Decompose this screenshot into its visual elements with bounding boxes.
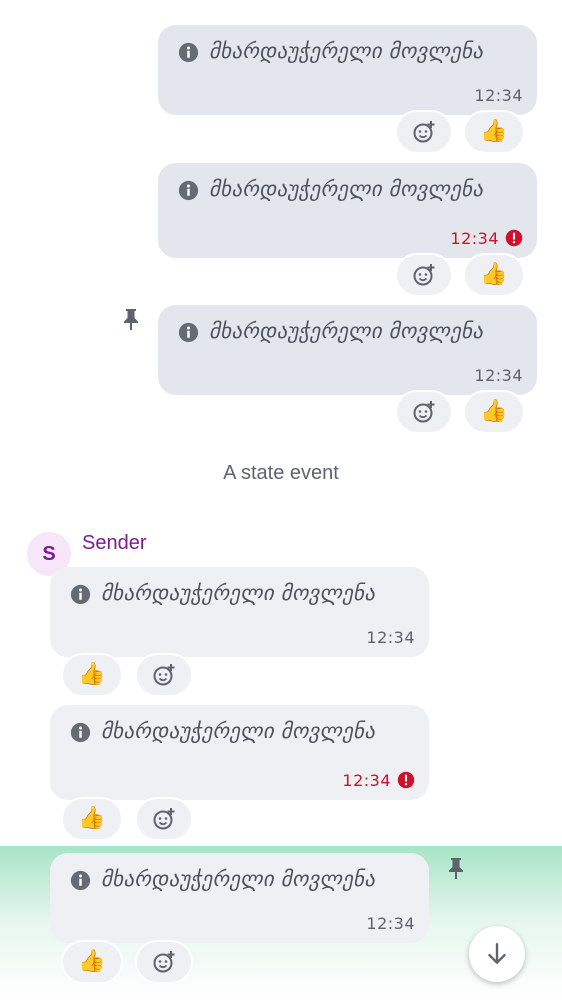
add-reaction-button[interactable]: [395, 110, 453, 154]
reaction-chip[interactable]: 👍: [463, 253, 525, 297]
timestamp-text: 12:34: [342, 771, 391, 790]
thumbs-up-reaction: 👍: [78, 662, 106, 687]
message-timestamp: 12:34: [474, 366, 523, 385]
thumbs-up-reaction: 👍: [480, 399, 508, 424]
info-icon: [178, 180, 199, 201]
add-reaction-icon: [153, 951, 175, 973]
message-timestamp-error: 12:34: [450, 229, 523, 248]
sender-name[interactable]: Sender: [82, 532, 147, 555]
arrow-down-icon: [488, 943, 506, 964]
message-timestamp: 12:34: [474, 86, 523, 105]
outgoing-message-bubble[interactable]: მხარდაუჭერელი მოვლენა 12:34: [158, 163, 537, 258]
avatar-initial: S: [42, 542, 56, 565]
error-icon: [505, 229, 523, 247]
reaction-chip[interactable]: 👍: [61, 797, 123, 841]
add-reaction-icon: [413, 401, 435, 423]
add-reaction-button[interactable]: [135, 653, 193, 697]
reaction-chip[interactable]: 👍: [61, 940, 123, 984]
add-reaction-icon: [413, 264, 435, 286]
add-reaction-icon: [153, 808, 175, 830]
message-timestamp-error: 12:34: [342, 771, 415, 790]
timestamp-text: 12:34: [450, 229, 499, 248]
reaction-chip[interactable]: 👍: [61, 653, 123, 697]
message-timestamp: 12:34: [366, 914, 415, 933]
message-text: მხარდაუჭერელი მოვლენა: [101, 581, 376, 605]
error-icon: [397, 771, 415, 789]
add-reaction-button[interactable]: [135, 797, 193, 841]
reaction-chip[interactable]: 👍: [463, 110, 525, 154]
incoming-message-bubble[interactable]: მხარდაუჭერელი მოვლენა 12:34: [50, 567, 429, 657]
incoming-message-bubble[interactable]: მხარდაუჭერელი მოვლენა 12:34: [50, 705, 429, 800]
thumbs-up-reaction: 👍: [480, 262, 508, 287]
scroll-to-bottom-button[interactable]: [469, 926, 525, 982]
outgoing-message-bubble[interactable]: მხარდაუჭერელი მოვლენა 12:34: [158, 25, 537, 115]
message-text: მხარდაუჭერელი მოვლენა: [209, 177, 484, 201]
state-event-text: A state event: [223, 462, 339, 484]
info-icon: [70, 584, 91, 605]
info-icon: [70, 870, 91, 891]
add-reaction-icon: [413, 121, 435, 143]
message-text: მხარდაუჭერელი მოვლენა: [209, 39, 484, 63]
info-icon: [70, 722, 91, 743]
add-reaction-button[interactable]: [395, 390, 453, 434]
message-text: მხარდაუჭერელი მოვლენა: [209, 319, 484, 343]
outgoing-message-bubble[interactable]: მხარდაუჭერელი მოვლენა 12:34: [158, 305, 537, 395]
incoming-message-bubble[interactable]: მხარდაუჭერელი მოვლენა 12:34: [50, 853, 429, 943]
reaction-chip[interactable]: 👍: [463, 390, 525, 434]
info-icon: [178, 42, 199, 63]
pin-icon: [124, 309, 138, 330]
message-timestamp: 12:34: [366, 628, 415, 647]
add-reaction-button[interactable]: [135, 940, 193, 984]
message-text: მხარდაუჭერელი მოვლენა: [101, 867, 376, 891]
message-text: მხარდაუჭერელი მოვლენა: [101, 719, 376, 743]
info-icon: [178, 322, 199, 343]
add-reaction-icon: [153, 664, 175, 686]
thumbs-up-reaction: 👍: [78, 806, 106, 831]
pin-icon: [449, 858, 463, 879]
thumbs-up-reaction: 👍: [480, 119, 508, 144]
add-reaction-button[interactable]: [395, 253, 453, 297]
thumbs-up-reaction: 👍: [78, 949, 106, 974]
